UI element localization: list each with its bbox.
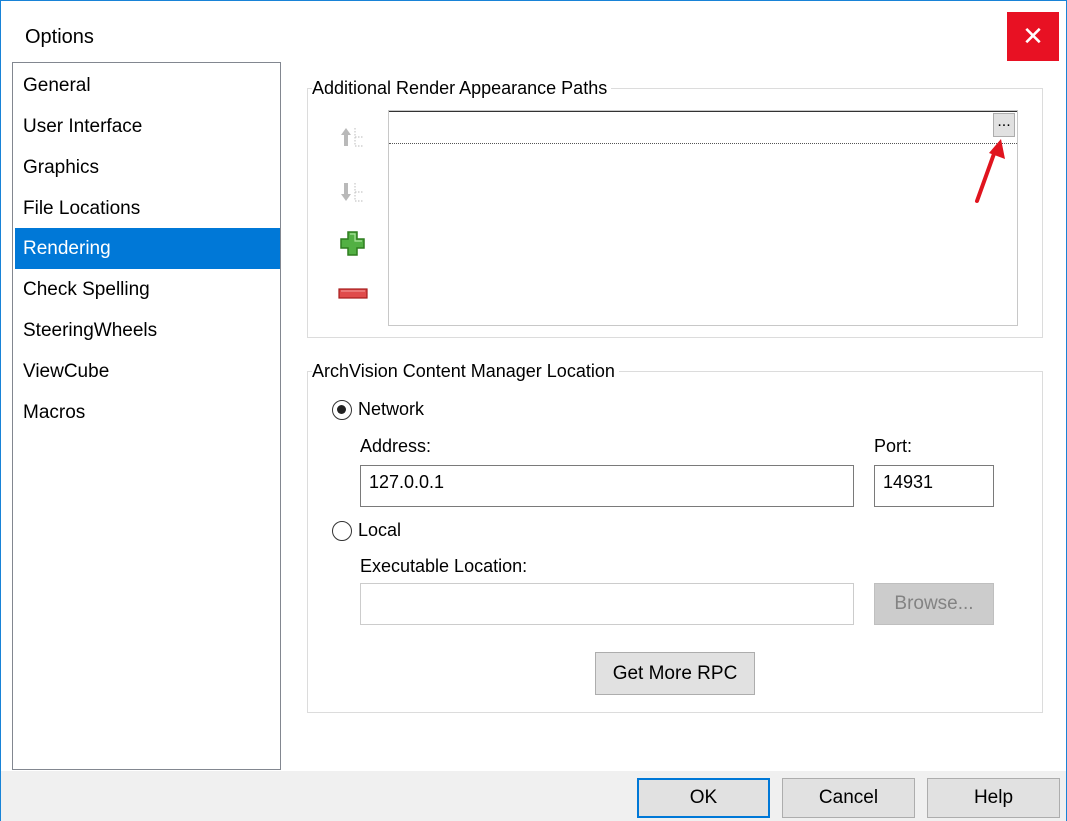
- nav-item-macros[interactable]: Macros: [15, 392, 280, 433]
- nav-item-general[interactable]: General: [15, 65, 280, 106]
- network-radio[interactable]: [332, 400, 352, 420]
- move-down-icon[interactable]: [335, 176, 371, 210]
- executable-location-input[interactable]: [360, 583, 854, 625]
- address-input[interactable]: 127.0.0.1: [360, 465, 854, 507]
- render-paths-list[interactable]: ...: [388, 110, 1018, 326]
- network-label: Network: [358, 399, 425, 419]
- nav-item-graphics[interactable]: Graphics: [15, 147, 280, 188]
- address-label: Address:: [360, 436, 432, 456]
- archvision-group-label: ArchVision Content Manager Location: [312, 361, 619, 382]
- nav-item-user-interface[interactable]: User Interface: [15, 106, 280, 147]
- options-dialog: Options ✕ General User Interface Graphic…: [0, 0, 1067, 821]
- port-label: Port:: [874, 436, 913, 456]
- ok-button[interactable]: OK: [637, 778, 770, 818]
- nav-item-check-spelling[interactable]: Check Spelling: [15, 269, 280, 310]
- nav-item-viewcube[interactable]: ViewCube: [15, 351, 280, 392]
- options-category-list: General User Interface Graphics File Loc…: [12, 62, 281, 770]
- local-label: Local: [358, 520, 402, 540]
- help-button[interactable]: Help: [927, 778, 1060, 818]
- render-paths-group-label: Additional Render Appearance Paths: [312, 78, 612, 99]
- close-icon: ✕: [1022, 21, 1044, 51]
- cancel-button[interactable]: Cancel: [782, 778, 915, 818]
- port-input[interactable]: 14931: [874, 465, 994, 507]
- browse-button[interactable]: Browse...: [874, 583, 994, 625]
- path-browse-button[interactable]: ...: [993, 113, 1015, 137]
- move-up-icon[interactable]: [335, 121, 371, 155]
- close-button[interactable]: ✕: [1007, 12, 1059, 61]
- add-icon[interactable]: [335, 227, 371, 261]
- local-radio[interactable]: [332, 521, 352, 541]
- nav-item-rendering[interactable]: Rendering: [15, 228, 280, 269]
- dialog-footer: OK Cancel Help: [1, 771, 1066, 821]
- remove-icon[interactable]: [335, 277, 371, 311]
- dialog-title: Options: [25, 26, 94, 48]
- path-entry-row[interactable]: ...: [389, 111, 1017, 144]
- nav-item-file-locations[interactable]: File Locations: [15, 188, 280, 229]
- title-bar[interactable]: Options ✕: [1, 1, 1066, 61]
- executable-location-label: Executable Location:: [360, 556, 528, 576]
- annotation-arrow-icon: [975, 139, 1005, 203]
- get-more-rpc-button[interactable]: Get More RPC: [595, 652, 755, 695]
- nav-item-steeringwheels[interactable]: SteeringWheels: [15, 310, 280, 351]
